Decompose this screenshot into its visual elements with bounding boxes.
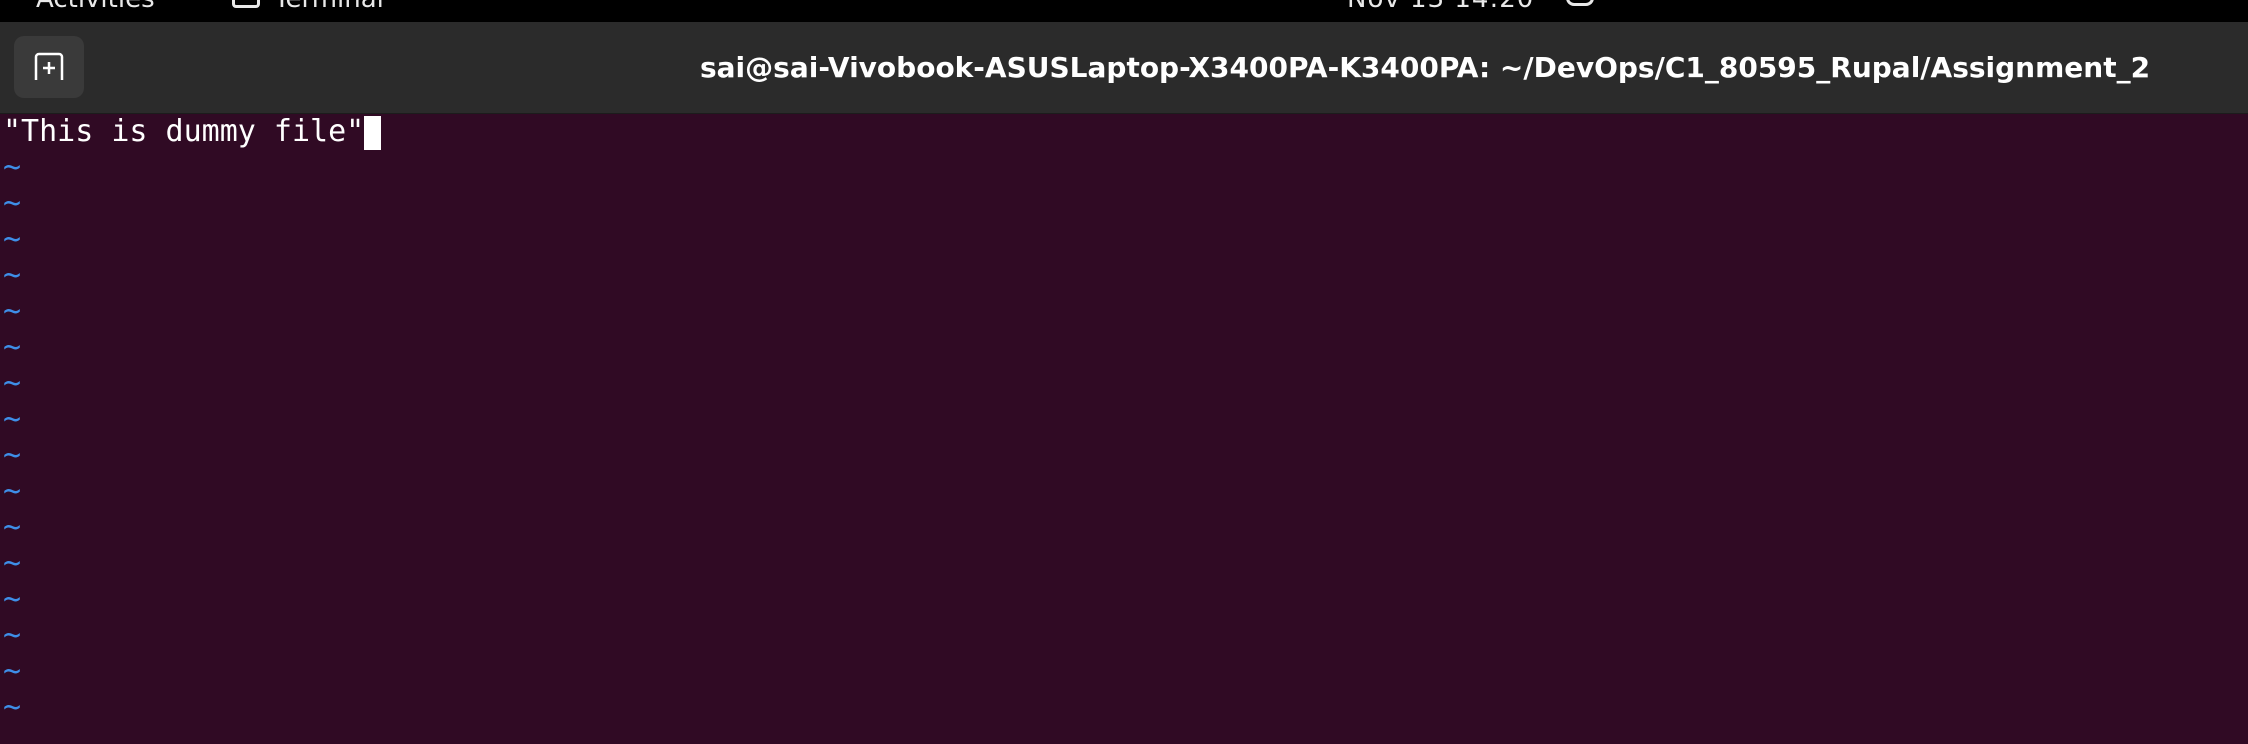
window-title: sai@sai-Vivobook-ASUSLaptop-X3400PA-K340…	[700, 51, 2151, 84]
empty-line-marker: ~	[3, 582, 22, 617]
new-tab-icon	[34, 52, 64, 80]
empty-line: ~	[0, 186, 2248, 222]
empty-line: ~	[0, 690, 2248, 726]
empty-lines: ~ ~ ~ ~ ~ ~ ~ ~ ~ ~ ~ ~ ~ ~ ~ ~	[0, 150, 2248, 726]
empty-line-marker: ~	[3, 294, 22, 329]
empty-line: ~	[0, 510, 2248, 546]
empty-line: ~	[0, 294, 2248, 330]
terminal-icon	[232, 0, 260, 8]
empty-line-marker: ~	[3, 510, 22, 545]
terminal-header-bar: sai@sai-Vivobook-ASUSLaptop-X3400PA-K340…	[0, 22, 2248, 114]
clock[interactable]: Nov 13 14:20	[1347, 0, 1534, 14]
empty-line-marker: ~	[3, 402, 22, 437]
empty-line: ~	[0, 474, 2248, 510]
editor-text-line[interactable]: "This is dummy file"	[0, 114, 2248, 150]
line-content: "This is dummy file"	[3, 114, 365, 149]
empty-line: ~	[0, 222, 2248, 258]
system-top-bar: Activities Terminal Nov 13 14:20	[0, 0, 2248, 22]
vim-editor[interactable]: "This is dummy file" ~ ~ ~ ~ ~ ~ ~ ~ ~ ~ ~ ~ ~ ~ ~ ~	[0, 114, 2248, 744]
empty-line: ~	[0, 402, 2248, 438]
empty-line-marker: ~	[3, 654, 22, 689]
empty-line-marker: ~	[3, 150, 22, 185]
empty-line: ~	[0, 366, 2248, 402]
empty-line: ~	[0, 438, 2248, 474]
bell-icon	[1566, 0, 1594, 6]
empty-line-marker: ~	[3, 438, 22, 473]
empty-line-marker: ~	[3, 366, 22, 401]
empty-line: ~	[0, 582, 2248, 618]
empty-line: ~	[0, 546, 2248, 582]
empty-line: ~	[0, 618, 2248, 654]
empty-line: ~	[0, 258, 2248, 294]
app-menu-terminal[interactable]: Terminal	[274, 0, 384, 14]
empty-line: ~	[0, 150, 2248, 186]
empty-line-marker: ~	[3, 618, 22, 653]
empty-line: ~	[0, 330, 2248, 366]
empty-line-marker: ~	[3, 474, 22, 509]
empty-line-marker: ~	[3, 546, 22, 581]
activities-button[interactable]: Activities	[36, 0, 155, 14]
empty-line: ~	[0, 654, 2248, 690]
empty-line-marker: ~	[3, 258, 22, 293]
empty-line-marker: ~	[3, 690, 22, 725]
new-tab-button[interactable]	[14, 36, 84, 98]
text-cursor	[364, 116, 382, 150]
empty-line-marker: ~	[3, 222, 22, 257]
empty-line-marker: ~	[3, 330, 22, 365]
empty-line-marker: ~	[3, 186, 22, 221]
